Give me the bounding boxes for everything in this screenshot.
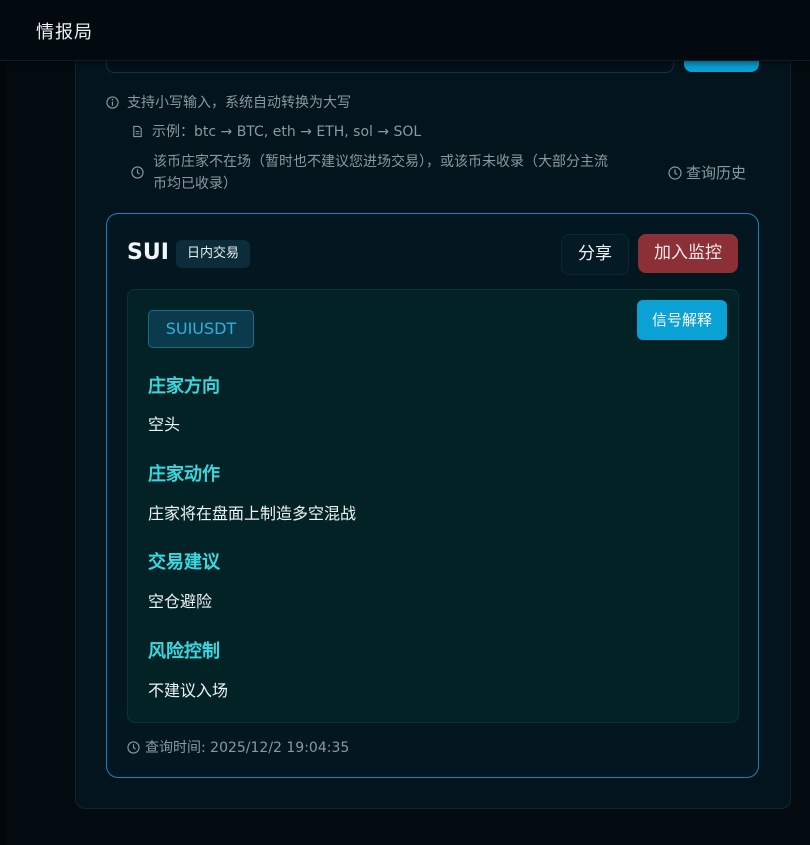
section-title-direction: 庄家方向 bbox=[148, 376, 220, 397]
top-bar: 情报局 bbox=[0, 0, 810, 61]
document-icon bbox=[133, 125, 142, 138]
clock-icon bbox=[127, 741, 140, 754]
coin-symbol: SUI bbox=[127, 240, 169, 265]
section-value-direction: 空头 bbox=[148, 415, 181, 434]
section-value-risk: 不建议入场 bbox=[148, 681, 229, 700]
left-edge bbox=[0, 60, 6, 845]
hint-example-text: 示例：btc → BTC, eth → ETH, sol → SOL bbox=[152, 124, 422, 140]
section-title-action: 庄家动作 bbox=[148, 464, 220, 485]
hint-lowercase: 支持小写输入，系统自动转换为大写 bbox=[106, 92, 351, 114]
query-time-text: 查询时间: 2025/12/2 19:04:35 bbox=[145, 740, 350, 756]
clock-icon bbox=[668, 166, 682, 180]
clock-icon bbox=[131, 166, 144, 179]
trading-pair-tag: SUIUSDT bbox=[148, 310, 254, 348]
query-history-link[interactable]: 查询历史 bbox=[668, 162, 746, 183]
trade-mode-badge: 日内交易 bbox=[176, 240, 251, 268]
section-value-advice: 空仓避险 bbox=[148, 592, 213, 611]
hint-not-listed-line2: 币均已收录） bbox=[153, 176, 237, 192]
section-value-action: 庄家将在盘面上制造多空混战 bbox=[148, 504, 357, 523]
hint-not-listed-line1: 该币庄家不在场（暂时也不建议您进场交易），或该币未收录（大部分主流 bbox=[153, 154, 608, 170]
share-button[interactable]: 分享 bbox=[561, 234, 629, 275]
info-icon bbox=[106, 96, 119, 109]
section-title-advice: 交易建议 bbox=[148, 552, 220, 573]
section-title-risk: 风险控制 bbox=[148, 641, 220, 662]
hint-lowercase-text: 支持小写输入，系统自动转换为大写 bbox=[127, 95, 351, 111]
signal-explain-button[interactable]: 信号解释 bbox=[637, 300, 727, 340]
hint-example: 示例：btc → BTC, eth → ETH, sol → SOL bbox=[131, 121, 421, 143]
add-monitor-button[interactable]: 加入监控 bbox=[638, 234, 738, 273]
query-history-label: 查询历史 bbox=[686, 164, 747, 182]
app-title: 情报局 bbox=[36, 22, 93, 43]
query-time: 查询时间: 2025/12/2 19:04:35 bbox=[127, 737, 349, 757]
